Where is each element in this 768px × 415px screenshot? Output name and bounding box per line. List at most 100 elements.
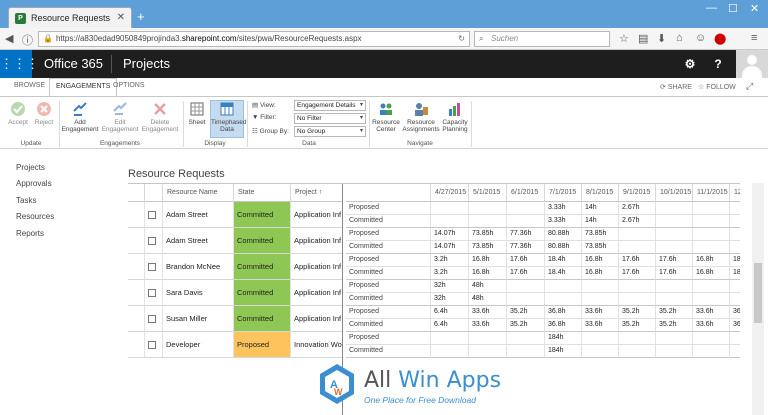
timephased-value-cell[interactable]	[431, 345, 469, 358]
timephased-value-cell[interactable]: 33.6h	[693, 306, 730, 319]
timephased-value-cell[interactable]	[619, 332, 656, 345]
timephased-value-cell[interactable]: 35.2h	[619, 306, 656, 319]
timephased-value-cell[interactable]: 48h	[469, 293, 507, 306]
timephased-value-cell[interactable]: 184h	[545, 345, 582, 358]
timephased-value-cell[interactable]: 73.85h	[582, 228, 619, 241]
timephased-value-cell[interactable]	[619, 280, 656, 293]
download-icon[interactable]: ⬇	[657, 32, 666, 45]
edit-engagement-button[interactable]: Edit Engagement	[100, 101, 140, 133]
row-select-cell[interactable]	[128, 332, 145, 358]
timephased-value-cell[interactable]	[693, 228, 730, 241]
timephased-value-cell[interactable]	[582, 345, 619, 358]
timephased-value-cell[interactable]	[431, 332, 469, 345]
close-window-icon[interactable]: ✕	[750, 2, 759, 15]
browser-tab[interactable]: P Resource Requests ✕	[8, 7, 132, 28]
timephased-value-cell[interactable]: 3.33h	[545, 202, 582, 215]
nav-item-reports[interactable]: Reports	[16, 229, 44, 238]
settings-gear-icon[interactable]: ⚙	[676, 50, 704, 78]
timephased-value-cell[interactable]	[656, 280, 693, 293]
resource-name-cell[interactable]: Adam Street	[163, 228, 234, 254]
timephased-value-cell[interactable]: 17.6h	[656, 267, 693, 280]
timephased-value-cell[interactable]	[656, 202, 693, 215]
project-cell[interactable]: Application Inf	[291, 306, 342, 332]
timephased-value-cell[interactable]: 48h	[469, 280, 507, 293]
timephased-value-cell[interactable]	[730, 215, 740, 228]
timephased-value-cell[interactable]: 35.2h	[619, 319, 656, 332]
close-tab-icon[interactable]: ✕	[117, 12, 125, 23]
timephased-value-cell[interactable]: 16.8h	[469, 254, 507, 267]
timephased-value-cell[interactable]	[656, 241, 693, 254]
nav-item-resources[interactable]: Resources	[16, 212, 54, 221]
focus-content-icon[interactable]: ⤢	[746, 81, 753, 92]
timephased-value-cell[interactable]	[656, 332, 693, 345]
timephased-value-cell[interactable]: 17.6h	[656, 254, 693, 267]
timephased-value-cell[interactable]	[656, 228, 693, 241]
timephased-value-cell[interactable]	[693, 215, 730, 228]
project-cell[interactable]: Application Inf	[291, 254, 342, 280]
timephased-value-cell[interactable]	[730, 241, 740, 254]
timephased-value-cell[interactable]	[469, 215, 507, 228]
timephased-value-cell[interactable]	[507, 293, 545, 306]
timephased-value-cell[interactable]: 33.6h	[582, 306, 619, 319]
timephased-value-cell[interactable]: 6.4h	[431, 306, 469, 319]
timephased-value-cell[interactable]: 36.8h	[545, 319, 582, 332]
suite-app-title[interactable]: Projects	[123, 56, 170, 71]
info-icon[interactable]: ⓘ	[22, 32, 33, 48]
timephased-value-cell[interactable]	[507, 280, 545, 293]
timephased-value-cell[interactable]	[693, 332, 730, 345]
project-cell[interactable]: Application Inf	[291, 280, 342, 306]
bookmarks-list-icon[interactable]: ▤	[638, 32, 648, 45]
timephased-value-cell[interactable]	[656, 345, 693, 358]
home-icon[interactable]: ⌂	[676, 32, 683, 44]
minimize-icon[interactable]: —	[706, 2, 717, 14]
timephased-value-cell[interactable]	[730, 293, 740, 306]
timephased-value-cell[interactable]	[545, 293, 582, 306]
accept-button[interactable]: Accept	[6, 101, 30, 126]
back-icon[interactable]: ◀	[5, 32, 13, 45]
adblock-icon[interactable]: ⬤	[714, 32, 726, 45]
groupby-select[interactable]: No Group ▾	[294, 126, 366, 137]
project-cell[interactable]: Application Inf	[291, 228, 342, 254]
resource-name-cell[interactable]: Susan Miller	[163, 306, 234, 332]
timephased-value-cell[interactable]: 3.33h	[545, 215, 582, 228]
timephased-value-cell[interactable]: 33.6h	[693, 319, 730, 332]
timephased-value-cell[interactable]: 3.2h	[431, 254, 469, 267]
timephased-value-cell[interactable]: 18	[730, 267, 740, 280]
resource-name-cell[interactable]: Brandon McNee	[163, 254, 234, 280]
timephased-value-cell[interactable]: 33.6h	[469, 306, 507, 319]
timephased-value-cell[interactable]	[693, 241, 730, 254]
timephased-value-cell[interactable]: 184h	[545, 332, 582, 345]
timephased-value-cell[interactable]	[582, 293, 619, 306]
resource-name-cell[interactable]: Sara Davis	[163, 280, 234, 306]
timephased-value-cell[interactable]: 2.67h	[619, 202, 656, 215]
nav-item-approvals[interactable]: Approvals	[16, 179, 52, 188]
timephased-value-cell[interactable]	[431, 215, 469, 228]
timephased-value-cell[interactable]: 2.67h	[619, 215, 656, 228]
app-launcher-icon[interactable]: ⋮⋮⋮	[0, 50, 39, 78]
avatar[interactable]	[736, 50, 768, 78]
chat-icon[interactable]: ☺	[695, 32, 706, 44]
timephased-value-cell[interactable]: 16.8h	[693, 254, 730, 267]
timephased-value-cell[interactable]: 80.88h	[545, 228, 582, 241]
timephased-value-cell[interactable]	[431, 202, 469, 215]
help-icon[interactable]: ?	[704, 50, 732, 78]
timephased-value-cell[interactable]	[469, 202, 507, 215]
timephased-value-cell[interactable]: 17.6h	[507, 267, 545, 280]
add-engagement-button[interactable]: Add Engagement	[60, 101, 100, 133]
timephased-value-cell[interactable]: 16.8h	[469, 267, 507, 280]
timephased-value-cell[interactable]: 17.6h	[619, 267, 656, 280]
timephased-value-cell[interactable]: 16.8h	[693, 267, 730, 280]
delete-engagement-button[interactable]: Delete Engagement	[140, 101, 180, 133]
tab-options[interactable]: OPTIONS	[113, 82, 145, 89]
timephased-value-cell[interactable]: 35.2h	[507, 319, 545, 332]
timephased-value-cell[interactable]: 35.2h	[656, 319, 693, 332]
timephased-value-cell[interactable]: 77.36h	[507, 228, 545, 241]
timephased-value-cell[interactable]	[507, 345, 545, 358]
timephased-value-cell[interactable]: 73.85h	[469, 228, 507, 241]
resource-name-header[interactable]: Resource Name	[163, 184, 234, 202]
maximize-icon[interactable]: ☐	[728, 2, 738, 15]
timephased-value-cell[interactable]: 18	[730, 254, 740, 267]
timephased-value-cell[interactable]: 32h	[431, 293, 469, 306]
resource-center-button[interactable]: Resource Center	[371, 101, 401, 133]
tab-engagements[interactable]: ENGAGEMENTS	[49, 78, 118, 96]
